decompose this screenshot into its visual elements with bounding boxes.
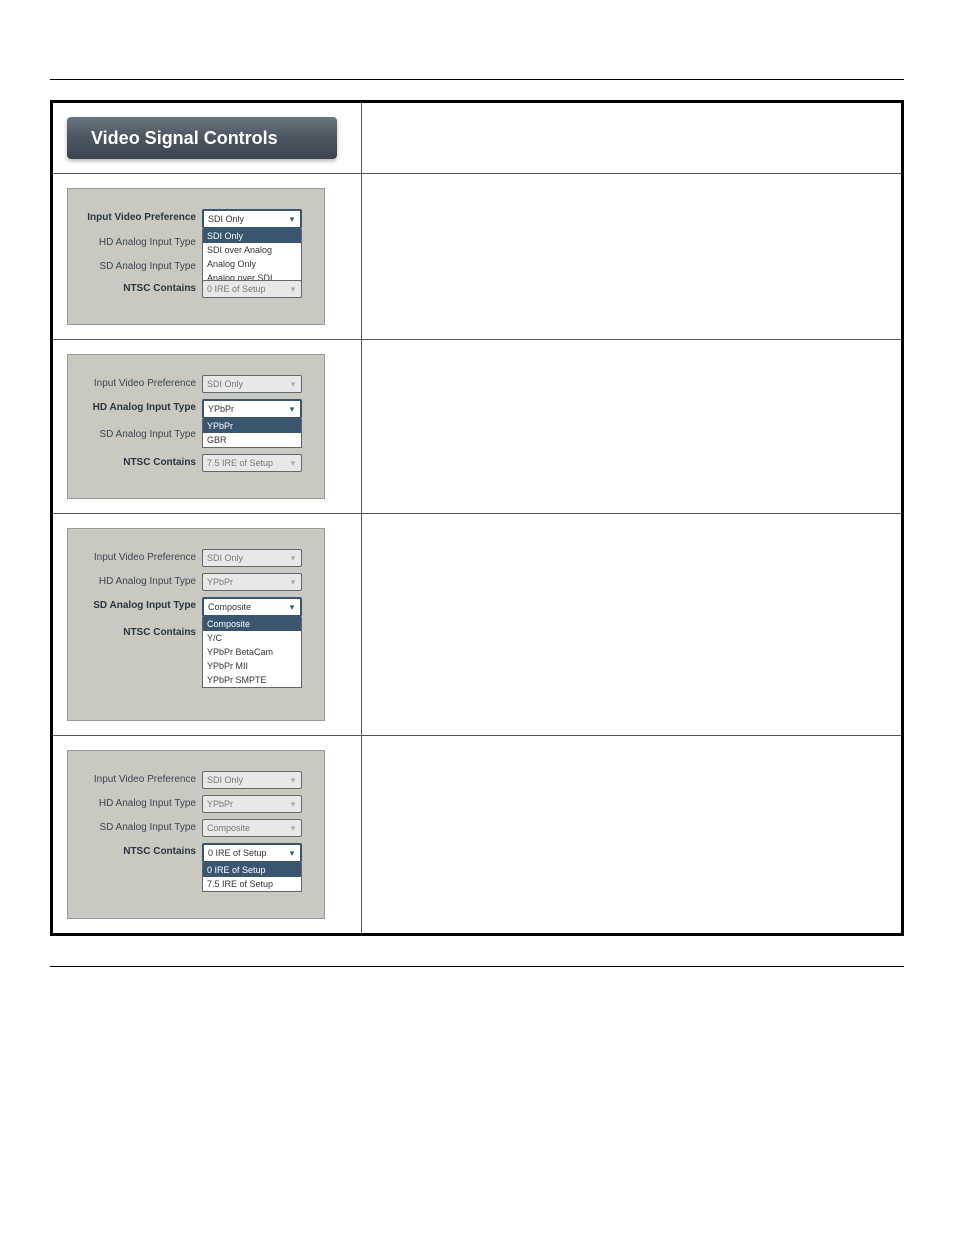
- label-ntsc: NTSC Contains: [80, 843, 202, 857]
- option-item[interactable]: YPbPr BetaCam: [203, 645, 301, 659]
- dropdown-value: Composite: [207, 823, 250, 833]
- dropdown-ntsc[interactable]: 0 IRE of Setup ▾: [202, 843, 302, 863]
- label-input-video-pref: Input Video Preference: [80, 549, 202, 563]
- dropdown-value: SDI Only: [208, 214, 244, 224]
- dropdown-value: 0 IRE of Setup: [207, 284, 266, 294]
- label-sd-analog: SD Analog Input Type: [80, 426, 202, 440]
- page-footer-rule: [50, 966, 904, 996]
- dropdown-value: SDI Only: [207, 379, 243, 389]
- control-panel-1: Input Video Preference SDI Only ▾ SDI On…: [67, 188, 325, 325]
- dropdown-sd-analog[interactable]: Composite ▾: [202, 597, 302, 617]
- option-item[interactable]: SDI Only: [203, 229, 301, 243]
- label-sd-analog: SD Analog Input Type: [80, 258, 202, 272]
- right-cell-3: [362, 514, 903, 736]
- right-cell-2: [362, 340, 903, 514]
- label-input-video-pref: Input Video Preference: [80, 375, 202, 389]
- chevron-down-icon: ▾: [287, 552, 299, 564]
- chevron-down-icon: ▾: [287, 283, 299, 295]
- section-title-banner: Video Signal Controls: [67, 117, 337, 159]
- label-sd-analog: SD Analog Input Type: [80, 597, 202, 611]
- dropdown-hd-analog[interactable]: YPbPr ▾: [202, 399, 302, 419]
- label-hd-analog: HD Analog Input Type: [80, 399, 202, 413]
- chevron-down-icon: ▾: [286, 403, 298, 415]
- option-item[interactable]: 7.5 IRE of Setup: [203, 877, 301, 891]
- dropdown-input-video-pref[interactable]: SDI Only ▾: [202, 549, 302, 567]
- chevron-down-icon: ▾: [287, 774, 299, 786]
- dropdown-ntsc[interactable]: 7.5 IRE of Setup ▾: [202, 454, 302, 472]
- control-panel-4: Input Video Preference SDI Only ▾ HD Ana…: [67, 750, 325, 919]
- dropdown-hd-analog[interactable]: YPbPr ▾: [202, 573, 302, 591]
- dropdown-input-video-pref[interactable]: SDI Only ▾: [202, 375, 302, 393]
- label-ntsc: NTSC Contains: [80, 624, 202, 638]
- dropdown-input-video-pref[interactable]: SDI Only ▾: [202, 209, 302, 229]
- dropdown-value: 7.5 IRE of Setup: [207, 458, 273, 468]
- option-item[interactable]: YPbPr: [203, 419, 301, 433]
- dropdown-value: SDI Only: [207, 553, 243, 563]
- chevron-down-icon: ▾: [287, 378, 299, 390]
- right-cell-1: [362, 174, 903, 340]
- label-sd-analog: SD Analog Input Type: [80, 819, 202, 833]
- dropdown-value: Composite: [208, 602, 251, 612]
- chevron-down-icon: ▾: [287, 457, 299, 469]
- dropdown-options[interactable]: 0 IRE of Setup 7.5 IRE of Setup: [202, 863, 302, 892]
- label-hd-analog: HD Analog Input Type: [80, 573, 202, 587]
- option-item[interactable]: Composite: [203, 617, 301, 631]
- chevron-down-icon: ▾: [286, 213, 298, 225]
- dropdown-value: YPbPr: [208, 404, 234, 414]
- dropdown-ntsc[interactable]: 0 IRE of Setup ▾: [202, 280, 302, 298]
- option-item[interactable]: YPbPr MII: [203, 659, 301, 673]
- label-input-video-pref: Input Video Preference: [80, 209, 202, 223]
- option-item[interactable]: Y/C: [203, 631, 301, 645]
- dropdown-options[interactable]: YPbPr GBR: [202, 419, 302, 448]
- chevron-down-icon: ▾: [287, 576, 299, 588]
- dropdown-value: YPbPr: [207, 577, 233, 587]
- option-item[interactable]: GBR: [203, 433, 301, 447]
- right-cell-banner: [362, 102, 903, 174]
- banner-title-text: Video Signal Controls: [91, 128, 278, 149]
- option-item[interactable]: SDI over Analog: [203, 243, 301, 257]
- dropdown-options[interactable]: SDI Only SDI over Analog Analog Only Ana…: [202, 229, 302, 286]
- label-input-video-pref: Input Video Preference: [80, 771, 202, 785]
- dropdown-options[interactable]: Composite Y/C YPbPr BetaCam YPbPr MII YP…: [202, 617, 302, 688]
- dropdown-value: SDI Only: [207, 775, 243, 785]
- controls-table: Video Signal Controls Input Video Prefer…: [50, 100, 904, 936]
- control-panel-2: Input Video Preference SDI Only ▾ HD Ana…: [67, 354, 325, 499]
- dropdown-sd-analog[interactable]: Composite ▾: [202, 819, 302, 837]
- label-hd-analog: HD Analog Input Type: [80, 234, 202, 248]
- option-item[interactable]: YPbPr SMPTE: [203, 673, 301, 687]
- label-ntsc: NTSC Contains: [80, 280, 202, 294]
- chevron-down-icon: ▾: [287, 798, 299, 810]
- dropdown-value: YPbPr: [207, 799, 233, 809]
- right-cell-4: [362, 736, 903, 935]
- dropdown-input-video-pref[interactable]: SDI Only ▾: [202, 771, 302, 789]
- chevron-down-icon: ▾: [286, 601, 298, 613]
- dropdown-value: 0 IRE of Setup: [208, 848, 267, 858]
- label-ntsc: NTSC Contains: [80, 454, 202, 468]
- option-item[interactable]: Analog Only: [203, 257, 301, 271]
- chevron-down-icon: ▾: [286, 847, 298, 859]
- control-panel-3: Input Video Preference SDI Only ▾ HD Ana…: [67, 528, 325, 721]
- option-item[interactable]: 0 IRE of Setup: [203, 863, 301, 877]
- chevron-down-icon: ▾: [287, 822, 299, 834]
- page-header-rule: [50, 40, 904, 80]
- label-hd-analog: HD Analog Input Type: [80, 795, 202, 809]
- dropdown-hd-analog[interactable]: YPbPr ▾: [202, 795, 302, 813]
